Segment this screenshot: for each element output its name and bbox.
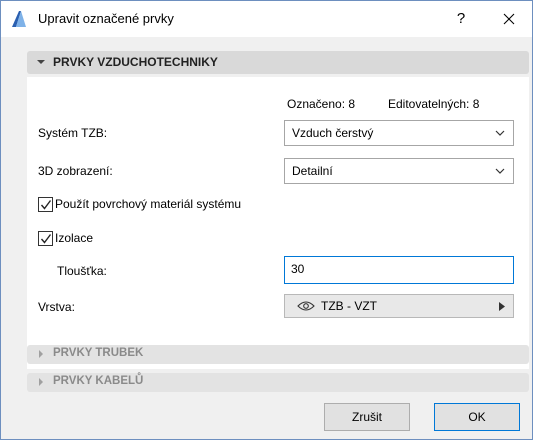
system-select[interactable]: Vzduch čerstvý (284, 120, 514, 146)
display3d-value: Detailní (292, 164, 333, 178)
insulation-option[interactable]: Izolace (38, 231, 138, 249)
window-title: Upravit označené prvky (38, 11, 174, 26)
cancel-button[interactable]: Zrušit (324, 403, 410, 431)
insulation-checkbox[interactable] (38, 231, 53, 246)
checkmark-icon (40, 234, 52, 244)
layer-value: TZB - VZT (321, 299, 377, 313)
triangle-right-icon (499, 302, 505, 311)
triangle-down-icon (37, 60, 45, 64)
insulation-label: Izolace (55, 231, 94, 245)
thickness-field[interactable] (284, 256, 514, 284)
thickness-input[interactable] (291, 262, 501, 276)
marked-count: Označeno: 8 (287, 97, 356, 111)
triangle-right-icon (39, 350, 43, 358)
dialog-footer: Zrušit OK (1, 395, 532, 439)
chevron-down-icon (495, 130, 505, 136)
surface-material-label: Použít povrchový materiál systému (55, 197, 242, 211)
surface-material-option[interactable]: Použít povrchový materiál systému (38, 197, 318, 215)
layer-select[interactable]: TZB - VZT (284, 294, 514, 318)
title-bar: Upravit označené prvky ? (1, 1, 532, 37)
section-title-cables: PRVKY KABELŮ (53, 375, 144, 387)
eye-icon (297, 301, 315, 311)
archicad-icon (10, 10, 28, 28)
help-button[interactable]: ? (449, 7, 473, 31)
section-title-hvac: PRVKY VZDUCHOTECHNIKY (53, 55, 218, 69)
section-header-pipes[interactable]: PRVKY TRUBEK (27, 345, 529, 364)
section-header-hvac[interactable]: PRVKY VZDUCHOTECHNIKY (27, 51, 529, 74)
chevron-down-icon (495, 168, 505, 174)
triangle-right-icon (39, 378, 43, 386)
checkmark-icon (40, 200, 52, 210)
layer-label: Vrstva: (38, 300, 75, 314)
section-title-pipes: PRVKY TRUBEK (53, 347, 144, 359)
system-value: Vzduch čerstvý (292, 126, 374, 140)
surface-material-checkbox[interactable] (38, 197, 53, 212)
display3d-label: 3D zobrazení: (38, 164, 113, 178)
system-label: Systém TZB: (38, 126, 108, 140)
thickness-label: Tloušťka: (57, 264, 107, 278)
dialog-content: PRVKY VZDUCHOTECHNIKY Označeno: 8 Editov… (1, 37, 532, 439)
display3d-select[interactable]: Detailní (284, 158, 514, 184)
ok-button[interactable]: OK (434, 403, 520, 431)
close-button[interactable] (497, 7, 521, 31)
editable-count: Editovatelných: 8 (388, 97, 480, 111)
close-icon (503, 13, 515, 25)
edit-selected-dialog: Upravit označené prvky ? PRVKY VZDUCHOTE… (0, 0, 533, 440)
section-header-cables[interactable]: PRVKY KABELŮ (27, 373, 529, 392)
